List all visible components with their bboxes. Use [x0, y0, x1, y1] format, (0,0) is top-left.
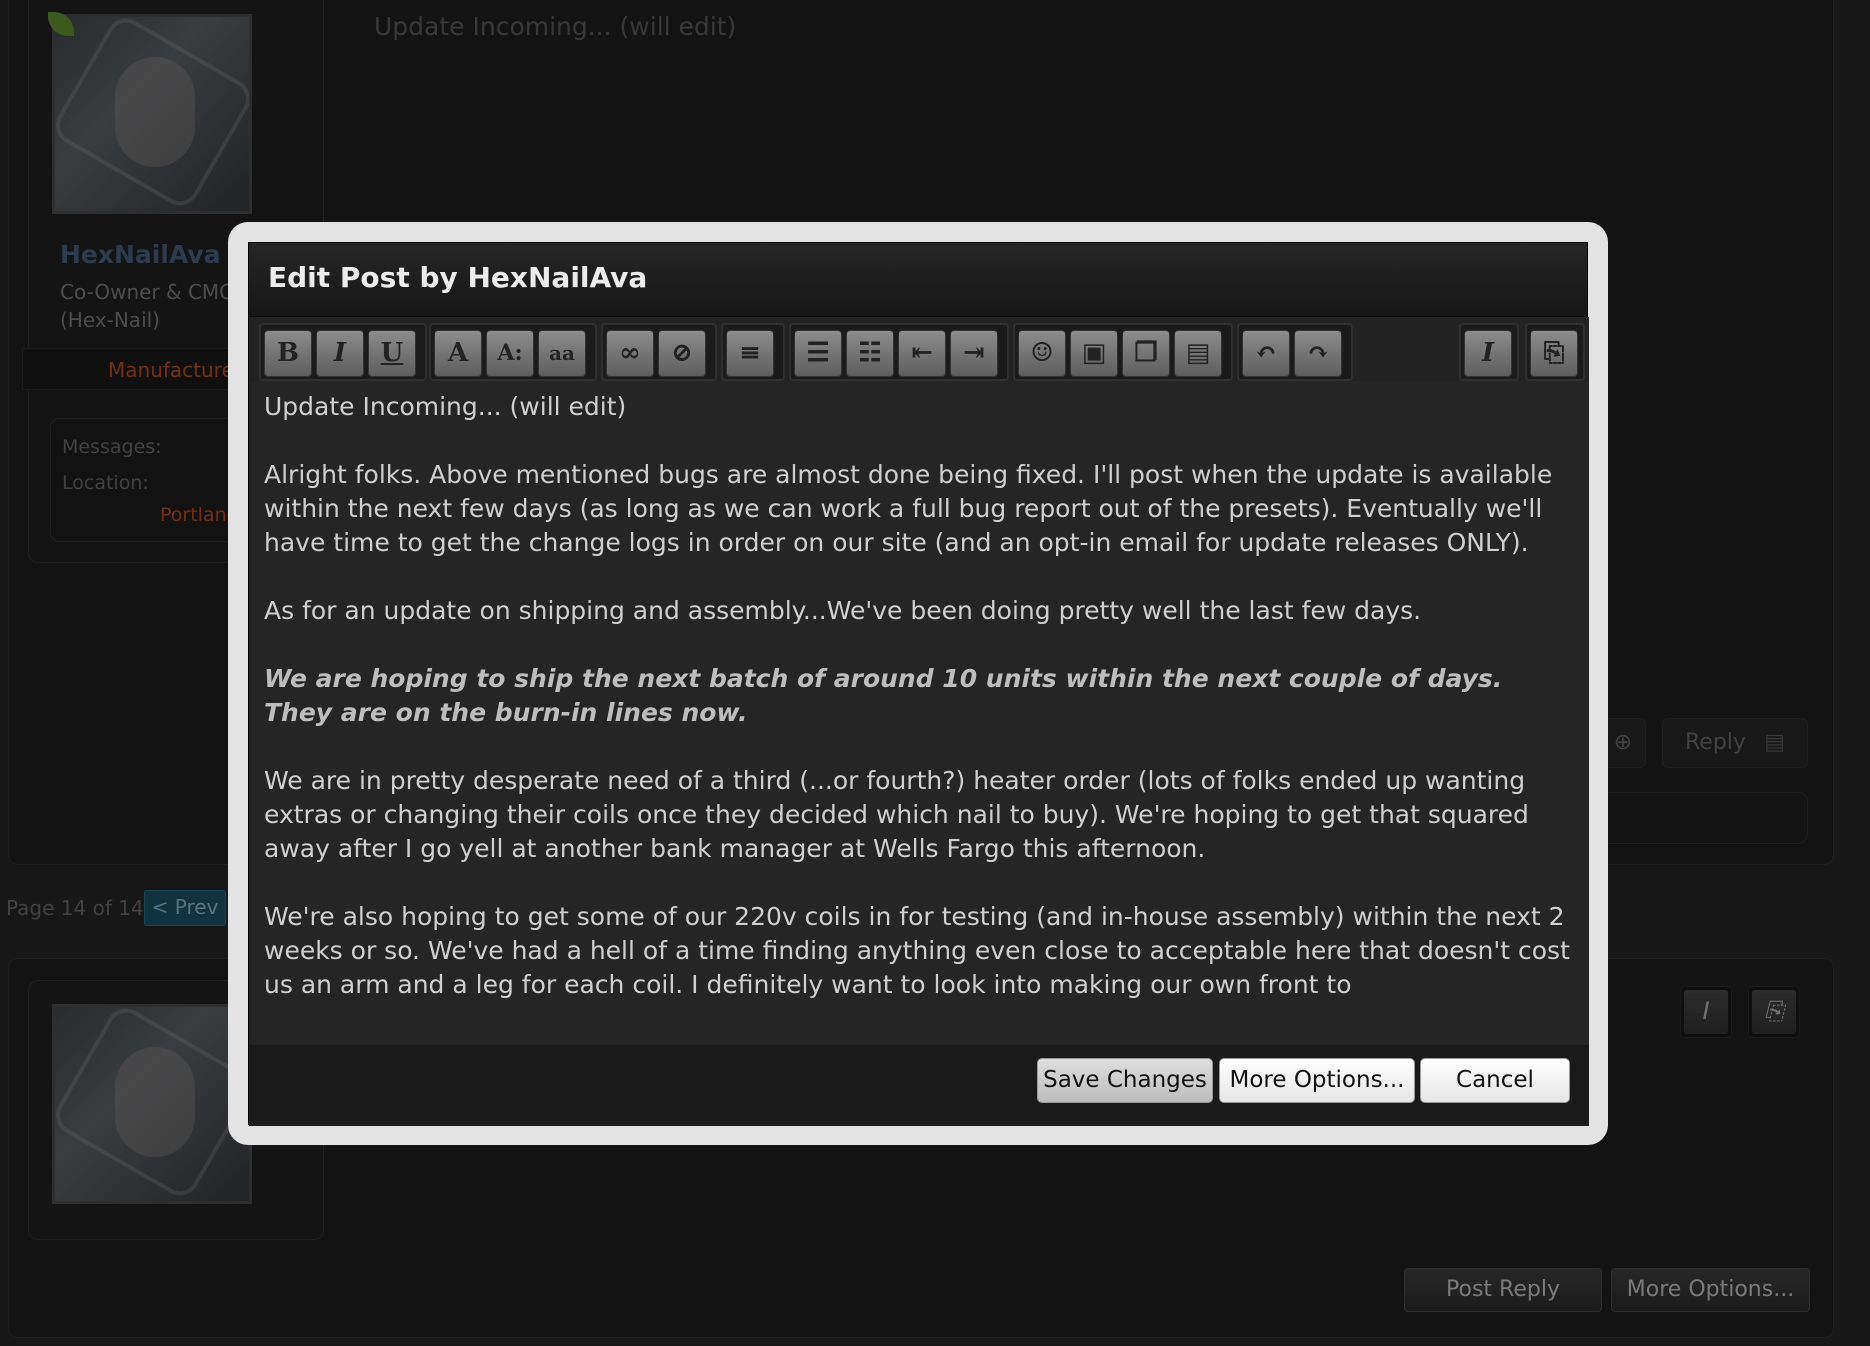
- dialog-title: Edit Post by HexNailAva: [249, 243, 1587, 317]
- editor-paragraph: We are in pretty desperate need of a thi…: [264, 766, 1529, 863]
- image-icon[interactable]: ▣: [1070, 330, 1118, 377]
- font-family-icon[interactable]: aa: [538, 330, 586, 377]
- italic-icon[interactable]: I: [316, 330, 364, 377]
- edit-post-dialog-body: Edit Post by HexNailAva B I U A A: aa ∞ …: [248, 242, 1589, 1126]
- undo-icon[interactable]: ↶: [1242, 330, 1290, 377]
- editor-paragraph: Update Incoming... (will edit): [264, 392, 627, 421]
- edit-post-dialog: Edit Post by HexNailAva B I U A A: aa ∞ …: [228, 222, 1608, 1145]
- editor-paragraph: Alright folks. Above mentioned bugs are …: [264, 460, 1553, 557]
- bold-icon[interactable]: B: [264, 330, 312, 377]
- link-icon[interactable]: ∞: [606, 330, 654, 377]
- bulleted-list-icon[interactable]: ☰: [794, 330, 842, 377]
- save-changes-button[interactable]: Save Changes: [1037, 1058, 1213, 1103]
- dialog-footer: Save Changes More Options... Cancel: [249, 1045, 1589, 1126]
- editor-paragraph-emphasis: We are hoping to ship the next batch of …: [264, 664, 1503, 727]
- editor-toolbar: B I U A A: aa ∞ ⊘ ≡ ☰ ☷ ⇤ ⇥ ☺ ▣ ❐ ▤ ↶ ↷ …: [249, 317, 1589, 381]
- outdent-icon[interactable]: ⇤: [898, 330, 946, 377]
- cancel-button[interactable]: Cancel: [1420, 1058, 1570, 1103]
- toolbar-group-format: I: [1459, 323, 1519, 381]
- toolbar-group-text-style: B I U: [259, 323, 427, 381]
- align-icon[interactable]: ≡: [726, 330, 774, 377]
- toolbar-group-font: A A: aa: [429, 323, 597, 381]
- editor-paragraph: As for an update on shipping and assembl…: [264, 596, 1422, 625]
- text-color-icon[interactable]: A: [434, 330, 482, 377]
- toolbar-group-history: ↶ ↷: [1237, 323, 1353, 381]
- insert-code-icon[interactable]: ▤: [1174, 330, 1222, 377]
- toolbar-group-list: ☰ ☷ ⇤ ⇥: [789, 323, 1009, 381]
- numbered-list-icon[interactable]: ☷: [846, 330, 894, 377]
- remove-format-icon[interactable]: I: [1464, 330, 1512, 377]
- underline-icon[interactable]: U: [368, 330, 416, 377]
- redo-icon[interactable]: ↷: [1294, 330, 1342, 377]
- more-options-button[interactable]: More Options...: [1219, 1058, 1415, 1103]
- post-editor[interactable]: Update Incoming... (will edit) Alright f…: [249, 381, 1589, 1045]
- toolbar-group-mode: ⎘: [1525, 323, 1585, 381]
- switch-mode-icon[interactable]: ⎘: [1530, 330, 1578, 377]
- toolbar-group-link: ∞ ⊘: [601, 323, 717, 381]
- toolbar-group-align: ≡: [721, 323, 785, 381]
- unlink-icon[interactable]: ⊘: [658, 330, 706, 377]
- media-icon[interactable]: ❐: [1122, 330, 1170, 377]
- indent-icon[interactable]: ⇥: [950, 330, 998, 377]
- toolbar-group-insert: ☺ ▣ ❐ ▤: [1013, 323, 1233, 381]
- font-size-icon[interactable]: A:: [486, 330, 534, 377]
- smilie-icon[interactable]: ☺: [1018, 330, 1066, 377]
- editor-paragraph: We're also hoping to get some of our 220…: [264, 902, 1570, 999]
